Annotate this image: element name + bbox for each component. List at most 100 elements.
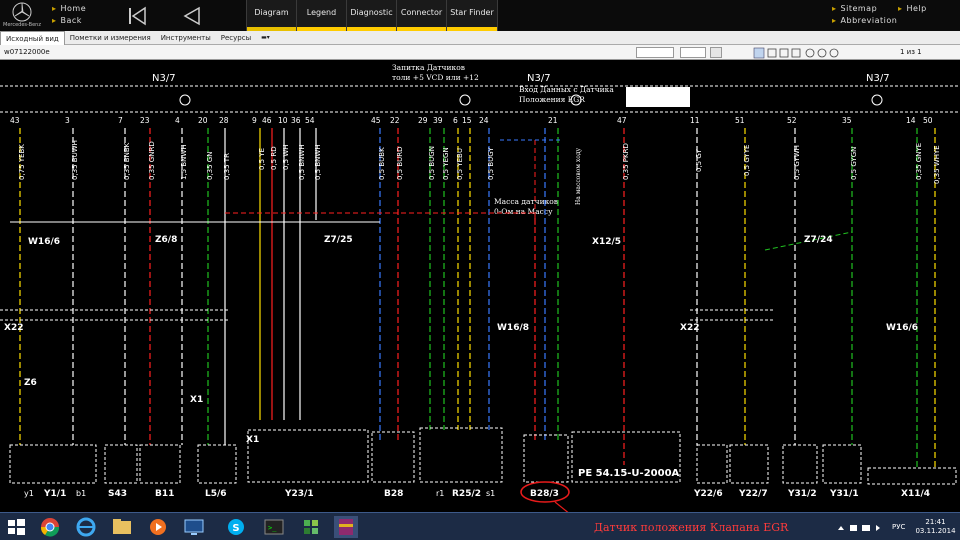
media-player-icon[interactable] bbox=[146, 516, 170, 538]
hand-tool-icon[interactable] bbox=[710, 47, 722, 58]
home-label: Home bbox=[60, 4, 87, 13]
back-link[interactable]: ▸ Back bbox=[52, 15, 86, 27]
star-logo-icon bbox=[12, 2, 32, 22]
back-label: Back bbox=[60, 16, 82, 25]
wire-label: 0,5 YEGN bbox=[442, 147, 450, 180]
connector-label: W16/6 bbox=[886, 323, 918, 333]
home-link[interactable]: ▸ Home bbox=[52, 3, 86, 15]
wire-label: 0,5 GYWH bbox=[793, 145, 801, 180]
abbreviation-label: Abbreviation bbox=[840, 16, 898, 25]
tab-star-finder-label: Star Finder bbox=[450, 8, 494, 17]
tab-legend[interactable]: Legend bbox=[296, 0, 346, 31]
menu-original-view[interactable]: Исходный вид bbox=[0, 30, 65, 45]
pin-label: 4 bbox=[175, 116, 180, 125]
pin-label: 46 bbox=[262, 116, 272, 125]
wire-label: 0,35 TR bbox=[223, 153, 231, 180]
tab-diagnostic[interactable]: Diagnostic bbox=[346, 0, 396, 31]
start-button-icon[interactable] bbox=[4, 516, 28, 538]
pin-label: 6 bbox=[453, 116, 458, 125]
component-label: Y23/1 bbox=[284, 489, 314, 499]
component-label: L5/6 bbox=[205, 489, 227, 499]
wire-label: 0,35 GNRD bbox=[148, 141, 156, 180]
file-explorer-icon[interactable] bbox=[110, 516, 134, 538]
wire-label: 0,5 BNWH bbox=[298, 144, 306, 180]
svg-text:S: S bbox=[232, 523, 239, 534]
wire-label: 0,5 RD bbox=[270, 146, 278, 170]
window: Mercedes-Benz ▸ Home ▸ Back Diagram Legend… bbox=[0, 0, 960, 540]
svg-text:>_: >_ bbox=[268, 524, 277, 532]
wire-label: 0,5 GYYE bbox=[743, 145, 751, 176]
tab-star-finder[interactable]: Star Finder bbox=[446, 0, 498, 31]
help-nav: ▸ Help bbox=[898, 3, 927, 15]
ecu-label-1: N3/7 bbox=[152, 73, 176, 84]
menu-tools[interactable]: Инструменты bbox=[156, 31, 216, 45]
component-label: Y22/6 bbox=[693, 489, 723, 499]
view-tabs: Diagram Legend Diagnostic Connector Star… bbox=[246, 0, 498, 31]
page-info: 1 из 1 bbox=[900, 48, 922, 56]
wire-label: 0,35 WHYE bbox=[933, 145, 941, 184]
system-clock[interactable]: 21:41 03.11.2014 bbox=[913, 518, 958, 536]
windows-taskbar: S >_ РУС 21:41 03.11.2014 bbox=[0, 512, 960, 540]
internet-explorer-icon[interactable] bbox=[74, 516, 98, 538]
wire-label: 0,5 BUGY bbox=[487, 147, 495, 180]
page-input[interactable] bbox=[680, 47, 706, 58]
component-label: X11/4 bbox=[901, 489, 930, 499]
pin-label: 22 bbox=[390, 116, 400, 125]
component-label: S43 bbox=[108, 489, 127, 499]
terminal-icon[interactable]: >_ bbox=[262, 516, 286, 538]
note-sensor-power: Запитка Датчиков bbox=[392, 63, 465, 72]
menu-resources[interactable]: Ресурсы bbox=[216, 31, 256, 45]
previous-page-icon[interactable] bbox=[180, 5, 202, 27]
zoom-select[interactable] bbox=[636, 47, 674, 58]
archive-app-icon[interactable] bbox=[334, 516, 358, 538]
wire-label: 0,5 BUGN bbox=[428, 146, 436, 180]
wire-label: 0,5 BNWH bbox=[314, 144, 322, 180]
wire-label: 0,5 BURD bbox=[396, 146, 404, 180]
pin-label: 20 bbox=[198, 116, 208, 125]
help-link[interactable]: ▸ Help bbox=[898, 3, 927, 15]
first-page-icon[interactable] bbox=[126, 5, 148, 27]
wire-label: 0,35 GNYE bbox=[915, 143, 923, 180]
viewer-tool-icons[interactable] bbox=[726, 47, 846, 59]
ecu-label-3: N3/7 bbox=[866, 73, 890, 84]
tab-diagram[interactable]: Diagram bbox=[246, 0, 296, 31]
desktop-app-icon[interactable] bbox=[182, 516, 206, 538]
note-mass-2: 0-Ом на Массу bbox=[494, 207, 553, 216]
component-label: Y22/7 bbox=[738, 489, 768, 499]
component-label: B28 bbox=[384, 489, 403, 499]
language-indicator[interactable]: РУС bbox=[892, 523, 905, 531]
sitemap-link[interactable]: ▸ Sitemap bbox=[832, 3, 897, 15]
pe-reference[interactable]: PE 54.15-U-2000A bbox=[578, 468, 680, 479]
menu-dropdown-icon[interactable]: ▬▾ bbox=[256, 31, 272, 45]
wire-label: 0,5 YEBU bbox=[456, 148, 464, 180]
abbreviation-link[interactable]: ▸ Abbreviation bbox=[832, 15, 897, 27]
sub-label: y1 bbox=[24, 489, 34, 498]
tab-diagram-label: Diagram bbox=[254, 8, 289, 17]
skype-icon[interactable]: S bbox=[224, 516, 248, 538]
pin-label: 24 bbox=[479, 116, 489, 125]
tab-connector-label: Connector bbox=[400, 8, 443, 17]
component-label: Y31/1 bbox=[829, 489, 859, 499]
ecu-label-2: N3/7 bbox=[527, 73, 551, 84]
pin-label: 39 bbox=[433, 116, 443, 125]
wiring-diagram[interactable]: N3/7 N3/7 N3/7 Запитка Датчиков толи +5 … bbox=[0, 60, 960, 512]
note-sensor-power-2: толи +5 VCD или +12 bbox=[392, 73, 479, 82]
pin-label: 35 bbox=[842, 116, 852, 125]
connector-label: Z6 bbox=[24, 378, 37, 388]
brand-logo[interactable]: Mercedes-Benz bbox=[3, 2, 41, 29]
tray-icons[interactable] bbox=[836, 523, 886, 533]
pin-label: 7 bbox=[118, 116, 123, 125]
chrome-icon[interactable] bbox=[38, 516, 62, 538]
wire-label: 0,5 GY bbox=[695, 149, 703, 172]
connector-label: X22 bbox=[4, 323, 23, 333]
connector-label: Z6/8 bbox=[155, 235, 177, 245]
pin-label: 11 bbox=[690, 116, 700, 125]
tab-connector[interactable]: Connector bbox=[396, 0, 446, 31]
grid-app-icon[interactable] bbox=[300, 516, 324, 538]
connector-label: X1 bbox=[190, 395, 203, 405]
menu-marks-measurements[interactable]: Пометки и измерения bbox=[65, 31, 156, 45]
wire-label: 0,5 BUBK bbox=[378, 147, 386, 180]
pin-label: 52 bbox=[787, 116, 797, 125]
sitemap-label: Sitemap bbox=[840, 4, 878, 13]
wiring-diagram-svg[interactable]: N3/7 N3/7 N3/7 Запитка Датчиков толи +5 … bbox=[0, 60, 960, 512]
